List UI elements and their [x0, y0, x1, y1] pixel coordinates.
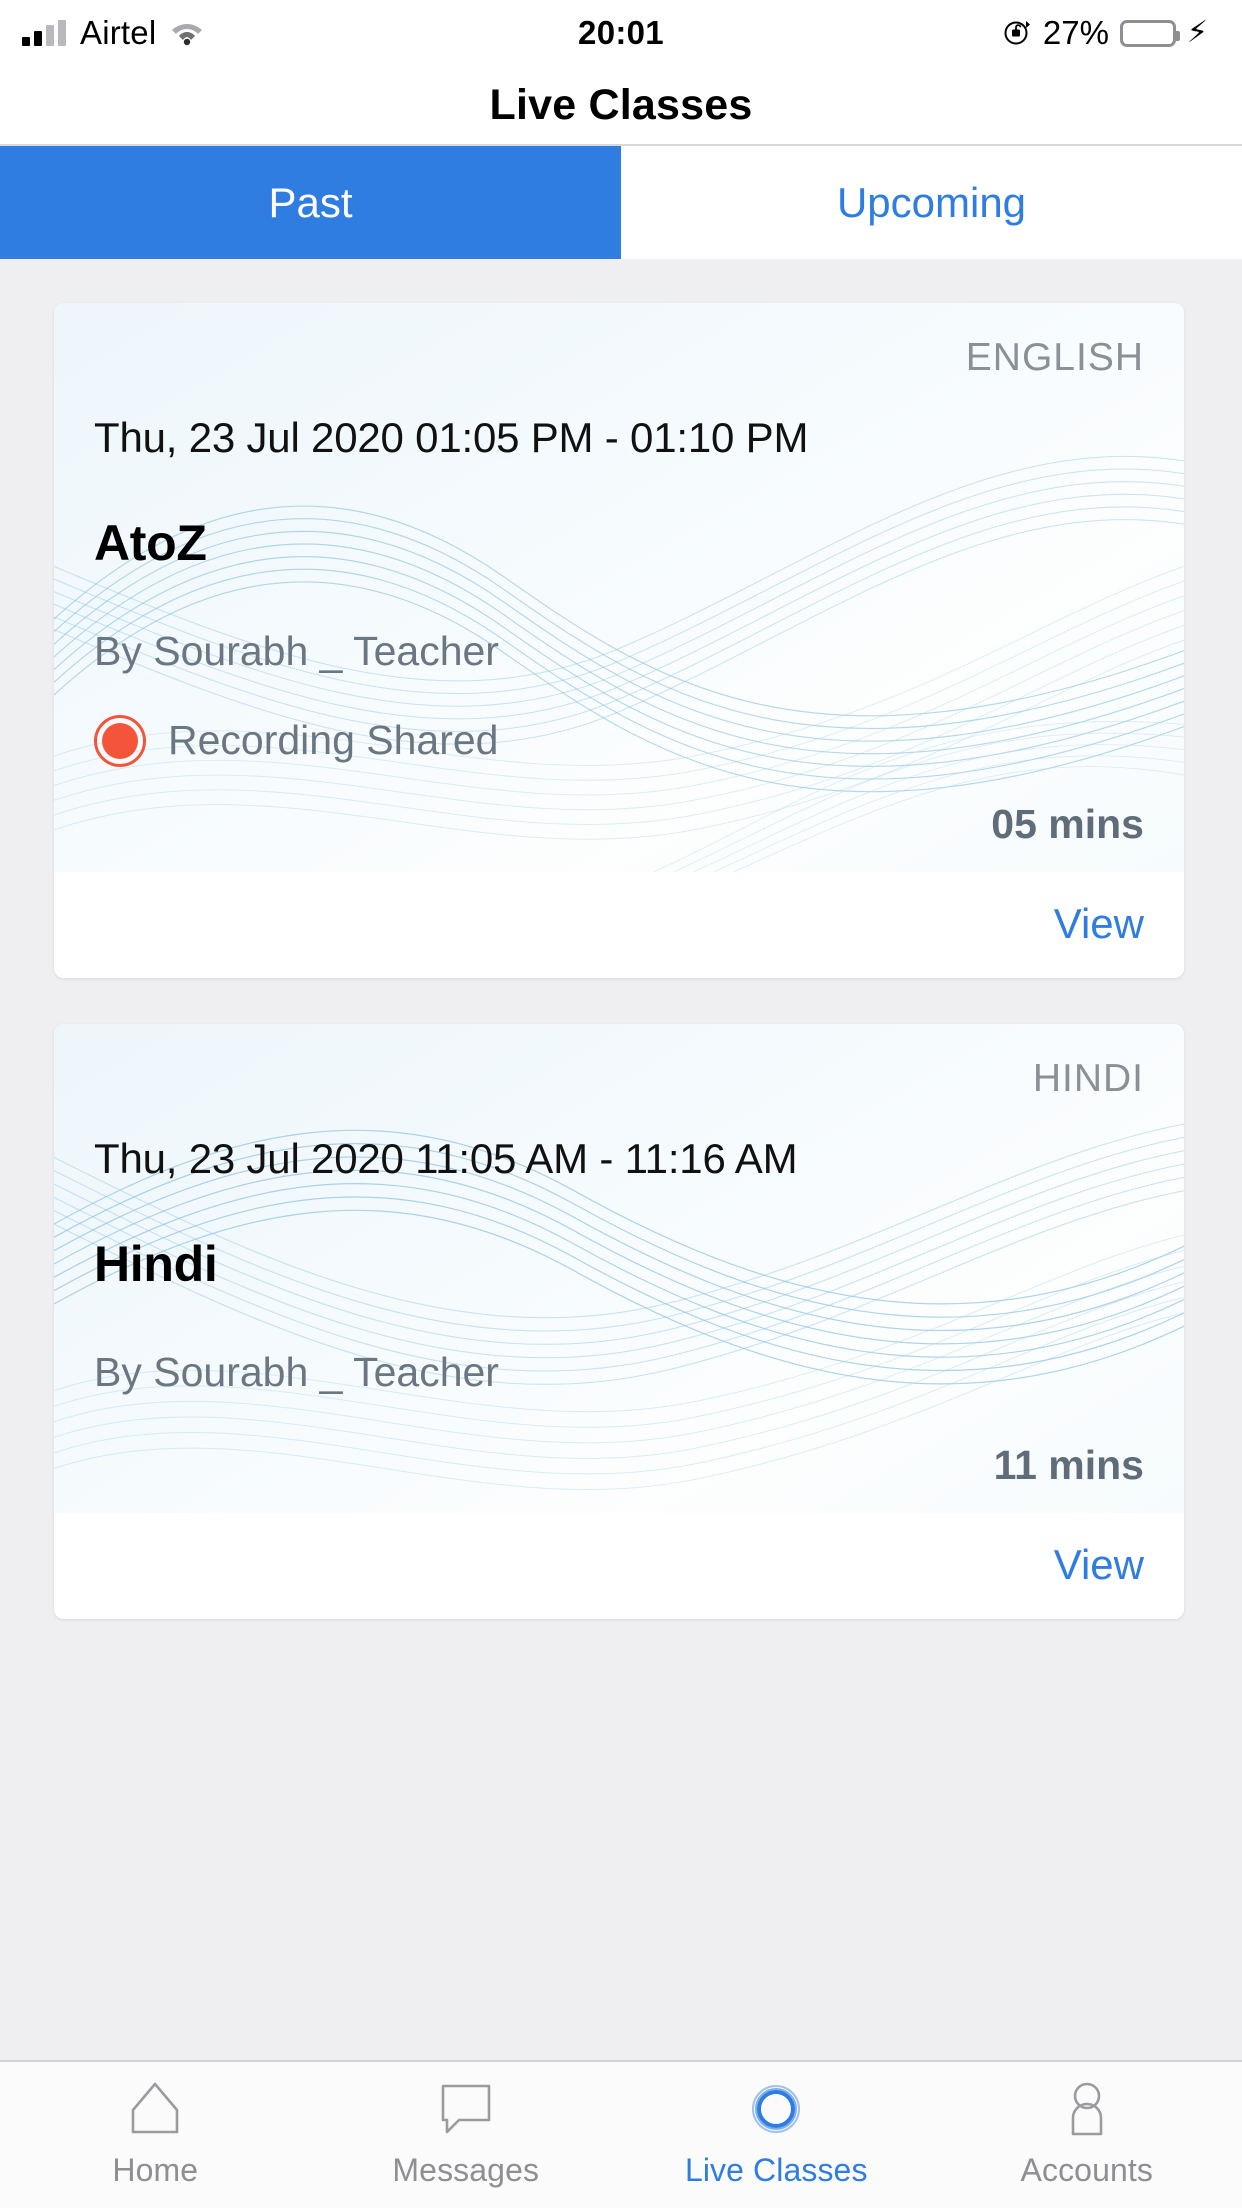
- bottom-tab-messages[interactable]: Messages: [311, 2078, 622, 2189]
- class-card[interactable]: HINDI Thu, 23 Jul 2020 11:05 AM - 11:16 …: [54, 1023, 1184, 1619]
- recording-status-label: Recording Shared: [168, 717, 499, 764]
- bottom-tab-messages-label: Messages: [392, 2152, 540, 2188]
- class-teacher: By Sourabh _ Teacher: [94, 1348, 499, 1395]
- bottom-tab-accounts[interactable]: Accounts: [932, 2078, 1242, 2189]
- bottom-tab-live-classes[interactable]: Live Classes: [621, 2078, 932, 2189]
- record-circle-icon: [94, 714, 146, 767]
- class-duration: 05 mins: [991, 800, 1144, 847]
- class-datetime: Thu, 23 Jul 2020 01:05 PM - 01:10 PM: [94, 413, 809, 461]
- view-button[interactable]: View: [1054, 900, 1144, 948]
- class-datetime: Thu, 23 Jul 2020 11:05 AM - 11:16 AM: [94, 1134, 798, 1182]
- battery-icon: [1119, 19, 1180, 47]
- page-title: Live Classes: [489, 80, 753, 129]
- class-card-footer: View: [54, 871, 1184, 978]
- class-card-content: HINDI Thu, 23 Jul 2020 11:05 AM - 11:16 …: [94, 1056, 1144, 1489]
- class-title: AtoZ: [94, 514, 207, 571]
- tab-past[interactable]: Past: [0, 146, 621, 259]
- bottom-tab-bar: Home Messages Live Classes Accounts: [0, 2060, 1242, 2208]
- bottom-tab-home[interactable]: Home: [0, 2078, 311, 2189]
- class-card[interactable]: ENGLISH Thu, 23 Jul 2020 01:05 PM - 01:1…: [54, 303, 1184, 978]
- lightning-bolt-icon: ⚡: [1186, 16, 1208, 49]
- class-list[interactable]: ENGLISH Thu, 23 Jul 2020 01:05 PM - 01:1…: [0, 259, 1242, 2060]
- segmented-tab-bar: Past Upcoming: [0, 146, 1242, 259]
- class-duration: 11 mins: [993, 1441, 1144, 1488]
- subject-label: ENGLISH: [965, 336, 1144, 379]
- status-bar: Airtel 20:01 27% ⚡: [0, 0, 1242, 66]
- message-bubble-icon: [435, 2078, 497, 2140]
- class-title: Hindi: [94, 1235, 218, 1292]
- battery-percent-label: 27%: [1042, 14, 1109, 51]
- home-icon: [124, 2078, 186, 2140]
- class-card-body: ENGLISH Thu, 23 Jul 2020 01:05 PM - 01:1…: [54, 303, 1184, 872]
- live-circle-icon: [745, 2078, 807, 2140]
- status-bar-right: 27% ⚡: [1002, 14, 1208, 52]
- bottom-tab-home-label: Home: [112, 2152, 199, 2188]
- view-button[interactable]: View: [1054, 1541, 1144, 1589]
- subject-label: HINDI: [1032, 1056, 1144, 1100]
- person-icon: [1056, 2078, 1118, 2140]
- class-teacher: By Sourabh _ Teacher: [94, 627, 499, 674]
- recording-status-row: Recording Shared: [94, 714, 1144, 767]
- tab-upcoming[interactable]: Upcoming: [621, 146, 1242, 259]
- navigation-bar: Live Classes: [0, 66, 1242, 146]
- class-card-body: HINDI Thu, 23 Jul 2020 11:05 AM - 11:16 …: [54, 1023, 1184, 1513]
- class-card-content: ENGLISH Thu, 23 Jul 2020 01:05 PM - 01:1…: [94, 336, 1144, 848]
- bottom-tab-live-classes-label: Live Classes: [684, 2152, 868, 2188]
- bottom-tab-accounts-label: Accounts: [1020, 2152, 1153, 2188]
- class-card-footer: View: [54, 1512, 1184, 1619]
- rotation-lock-icon: [1002, 18, 1032, 48]
- app-root: Airtel 20:01 27% ⚡ Live Classes Past Upc…: [0, 0, 1242, 2208]
